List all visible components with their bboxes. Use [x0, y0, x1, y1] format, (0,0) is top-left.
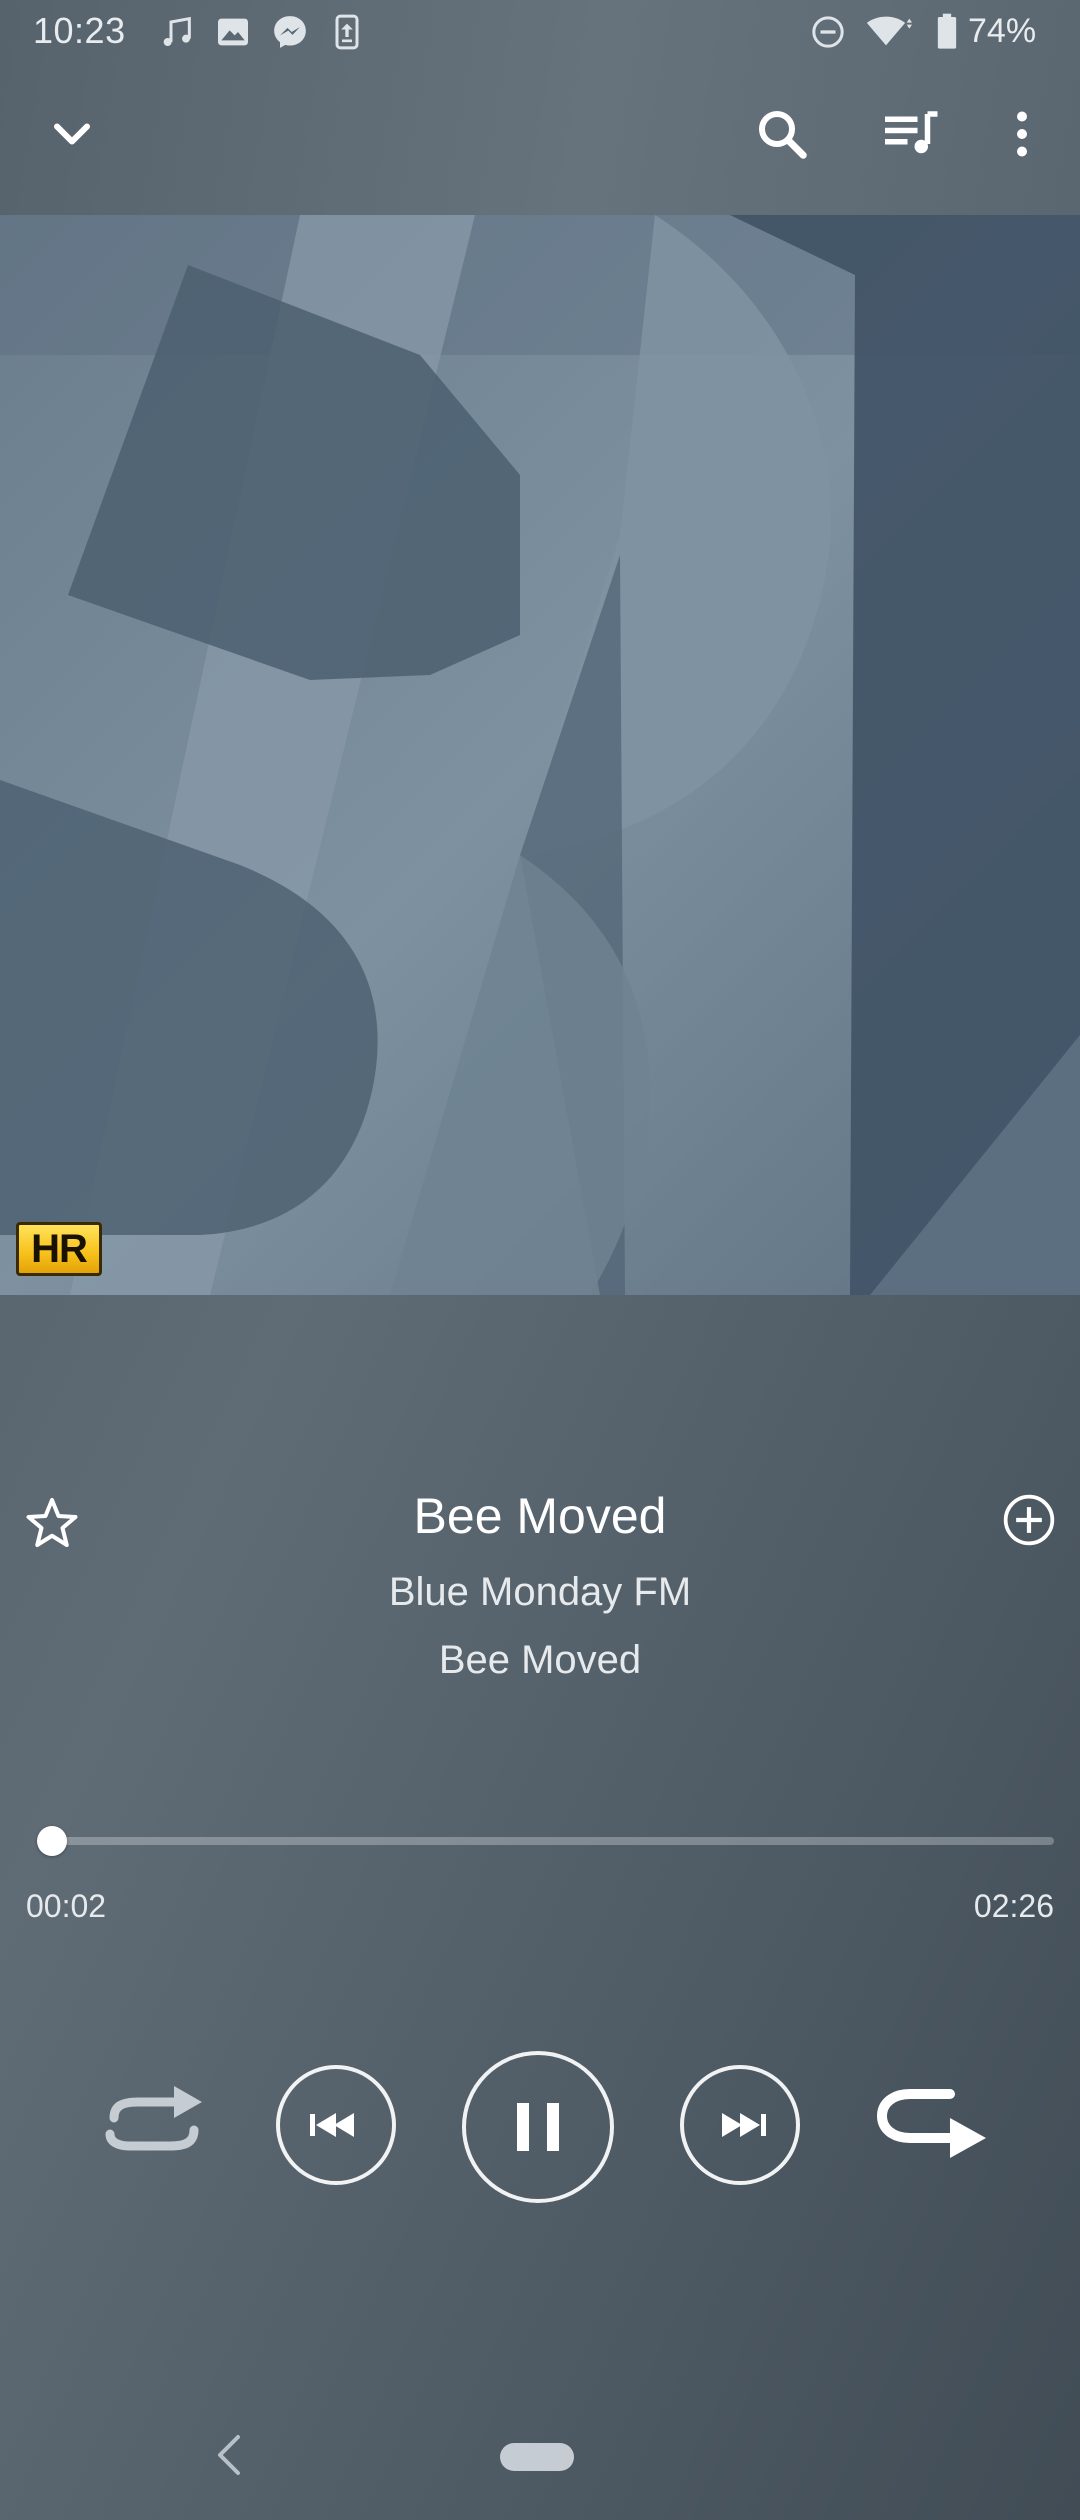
previous-icon	[310, 2113, 354, 2137]
status-bar: 10:23 74%	[0, 0, 1080, 66]
music-note-icon	[163, 16, 191, 47]
album-art	[0, 215, 1080, 1295]
image-icon	[218, 18, 248, 46]
elapsed-time: 00:02	[26, 1888, 107, 1924]
album-art-graphic	[0, 215, 1080, 1295]
previous-button[interactable]	[276, 2065, 396, 2185]
track-album: Bee Moved	[438, 1638, 642, 1682]
status-time: 10:23	[33, 10, 126, 51]
add-to-playlist-icon[interactable]	[1001, 1492, 1057, 1548]
more-vert-icon[interactable]	[992, 104, 1052, 164]
track-title: Bee Moved	[413, 1488, 667, 1544]
nav-back-icon[interactable]	[210, 2430, 250, 2480]
track-artist: Blue Monday FM	[388, 1570, 692, 1614]
nav-home-pill[interactable]	[500, 2443, 574, 2471]
wifi-icon	[866, 16, 912, 46]
favorite-star-icon[interactable]	[22, 1493, 82, 1553]
pause-icon	[517, 2103, 559, 2151]
total-time: 02:26	[973, 1888, 1054, 1924]
next-icon	[722, 2113, 766, 2137]
messenger-icon	[274, 16, 306, 48]
battery-percentage: 74%	[968, 12, 1037, 50]
queue-music-icon[interactable]	[880, 104, 940, 164]
shuffle-off-icon[interactable]	[874, 2086, 990, 2172]
do-not-disturb-icon	[812, 16, 844, 48]
seek-bar[interactable]	[38, 1837, 1054, 1845]
search-icon[interactable]	[752, 104, 812, 164]
repeat-icon[interactable]	[98, 2082, 210, 2166]
chevron-down-icon[interactable]	[42, 104, 102, 164]
upload-icon	[335, 14, 359, 50]
seek-thumb[interactable]	[37, 1826, 68, 1856]
next-button[interactable]	[680, 2065, 800, 2185]
pause-button[interactable]	[462, 2051, 614, 2203]
battery-icon	[937, 13, 957, 49]
hi-res-badge: HR	[16, 1222, 102, 1276]
